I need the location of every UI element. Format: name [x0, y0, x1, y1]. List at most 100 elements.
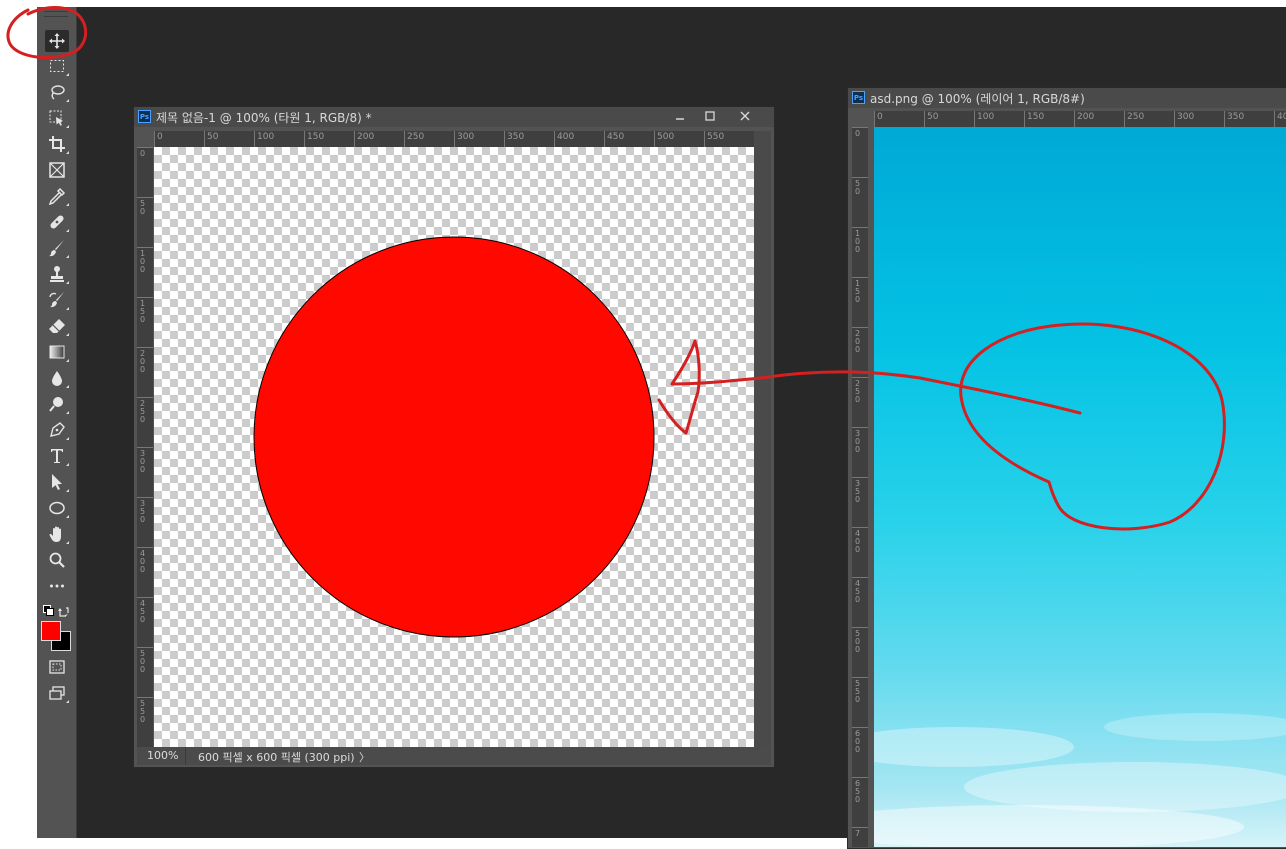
ruler-label: 250: [1127, 112, 1145, 122]
lasso-icon[interactable]: [45, 81, 69, 103]
ruler-label: 50: [140, 199, 146, 216]
ruler-label: 250: [407, 132, 425, 142]
ruler-label: 7: [855, 829, 861, 838]
ruler-label: 200: [357, 132, 375, 142]
dodge-icon[interactable]: [45, 393, 69, 415]
left-margin: [0, 0, 37, 838]
screen-mode-icon[interactable]: [45, 682, 69, 704]
gradient-icon[interactable]: [45, 341, 69, 363]
minimize-icon: [676, 118, 684, 120]
rect-marquee-icon[interactable]: [45, 55, 69, 77]
status-menu-arrow[interactable]: 〉: [359, 749, 370, 765]
ruler-label: 100: [977, 112, 995, 122]
minimize-button[interactable]: [665, 108, 695, 126]
ruler-label: 600: [855, 729, 861, 754]
foreground-color-swatch[interactable]: [41, 621, 61, 641]
document-titlebar[interactable]: Ps 제목 없음-1 @ 100% (타원 1, RGB/8) *: [134, 107, 774, 127]
ruler-label: 150: [140, 299, 146, 324]
maximize-icon: [705, 111, 715, 121]
healing-brush-icon[interactable]: [45, 211, 69, 233]
frame-icon[interactable]: [45, 159, 69, 181]
ruler-label: 0: [855, 129, 861, 138]
vertical-ruler[interactable]: 0 50 100 150 200 250 300 350 400 450 500 550: [137, 147, 153, 747]
quick-mask-icon[interactable]: [45, 656, 69, 678]
toolbox-grip[interactable]: [44, 11, 68, 17]
swap-colors-icon[interactable]: [58, 603, 70, 617]
ruler-label: 150: [307, 132, 325, 142]
more-icon[interactable]: [45, 575, 69, 597]
ruler-label: 200: [1077, 112, 1095, 122]
eraser-icon[interactable]: [45, 315, 69, 337]
ruler-label: 50: [927, 112, 939, 122]
history-brush-icon[interactable]: [45, 289, 69, 311]
ruler-label: 0: [157, 132, 163, 142]
sky-image-canvas[interactable]: [874, 127, 1286, 847]
document-window-2[interactable]: Ps asd.png @ 100% (레이어 1, RGB/8#) 0 50 100…: [847, 87, 1286, 849]
ruler-label: 100: [140, 249, 146, 274]
path-select-icon[interactable]: [45, 471, 69, 493]
ruler-label: 650: [855, 779, 861, 804]
ruler-label: 300: [140, 449, 146, 474]
ruler-label: 100: [855, 229, 861, 254]
ruler-label: 450: [140, 599, 146, 624]
eyedropper-icon[interactable]: [45, 185, 69, 207]
maximize-button[interactable]: [695, 108, 725, 126]
horizontal-ruler[interactable]: 0 50 100 150 200 250 300 350 400 450 500 550: [154, 131, 754, 147]
document-window-1[interactable]: Ps 제목 없음-1 @ 100% (타원 1, RGB/8) * 0 50 100…: [133, 106, 775, 768]
ruler-label: 200: [855, 329, 861, 354]
close-button[interactable]: [730, 108, 760, 126]
ruler-label: 400: [855, 529, 861, 554]
zoom-level[interactable]: 100%: [147, 749, 178, 762]
red-ellipse-shape[interactable]: [253, 236, 655, 638]
ruler-label: 350: [140, 499, 146, 524]
close-icon: [740, 111, 750, 121]
ruler-label: 300: [457, 132, 475, 142]
ruler-label: 350: [507, 132, 525, 142]
ruler-label: 150: [855, 279, 861, 304]
pen-icon[interactable]: [45, 419, 69, 441]
ruler-label: 50: [207, 132, 219, 142]
toolbox: [37, 7, 77, 838]
ruler-label: 500: [855, 629, 861, 654]
ellipse-icon[interactable]: [45, 497, 69, 519]
ruler-label: 250: [140, 399, 146, 424]
brush-icon[interactable]: [45, 237, 69, 259]
document-titlebar-2[interactable]: Ps asd.png @ 100% (레이어 1, RGB/8#): [848, 88, 1286, 108]
ruler-label: 550: [140, 699, 146, 724]
vertical-ruler-2[interactable]: 0 50 100 150 200 250 300 350 400 450 500 550 600 650 7: [852, 127, 868, 847]
ruler-label: 500: [657, 132, 675, 142]
ruler-label: 500: [140, 649, 146, 674]
ruler-label: 40: [1277, 112, 1286, 122]
type-icon[interactable]: [45, 445, 69, 467]
ruler-label: 50: [855, 179, 861, 196]
move-icon[interactable]: [45, 30, 69, 52]
default-colors-icon[interactable]: [43, 605, 54, 616]
ruler-label: 400: [557, 132, 575, 142]
blur-drop-icon[interactable]: [45, 367, 69, 389]
ruler-label: 0: [140, 149, 146, 158]
ruler-label: 550: [707, 132, 725, 142]
ps-file-icon: Ps: [138, 110, 151, 123]
document-title-2: asd.png @ 100% (레이어 1, RGB/8#): [870, 92, 1085, 106]
vertical-scrollbar[interactable]: [754, 131, 771, 749]
document-title: 제목 없음-1 @ 100% (타원 1, RGB/8) *: [156, 111, 372, 125]
ruler-label: 100: [257, 132, 275, 142]
ruler-label: 450: [855, 579, 861, 604]
canvas[interactable]: [154, 147, 754, 747]
ruler-label: 300: [855, 429, 861, 454]
ruler-label: 0: [877, 112, 883, 122]
ruler-label: 400: [140, 549, 146, 574]
cloud-layer: [874, 713, 1286, 847]
ruler-label: 550: [855, 679, 861, 704]
ruler-label: 350: [1227, 112, 1245, 122]
status-bar: 100% 600 픽셀 x 600 픽셀 (300 ppi) 〉: [137, 747, 771, 765]
horizontal-ruler-2[interactable]: 0 50 100 150 200 250 300 350 40: [874, 111, 1286, 127]
object-select-icon[interactable]: [45, 107, 69, 129]
crop-icon[interactable]: [45, 133, 69, 155]
clone-stamp-icon[interactable]: [45, 263, 69, 285]
top-margin: [0, 0, 1286, 7]
zoom-icon[interactable]: [45, 549, 69, 571]
ruler-label: 250: [855, 379, 861, 404]
ruler-label: 350: [855, 479, 861, 504]
hand-icon[interactable]: [45, 523, 69, 545]
